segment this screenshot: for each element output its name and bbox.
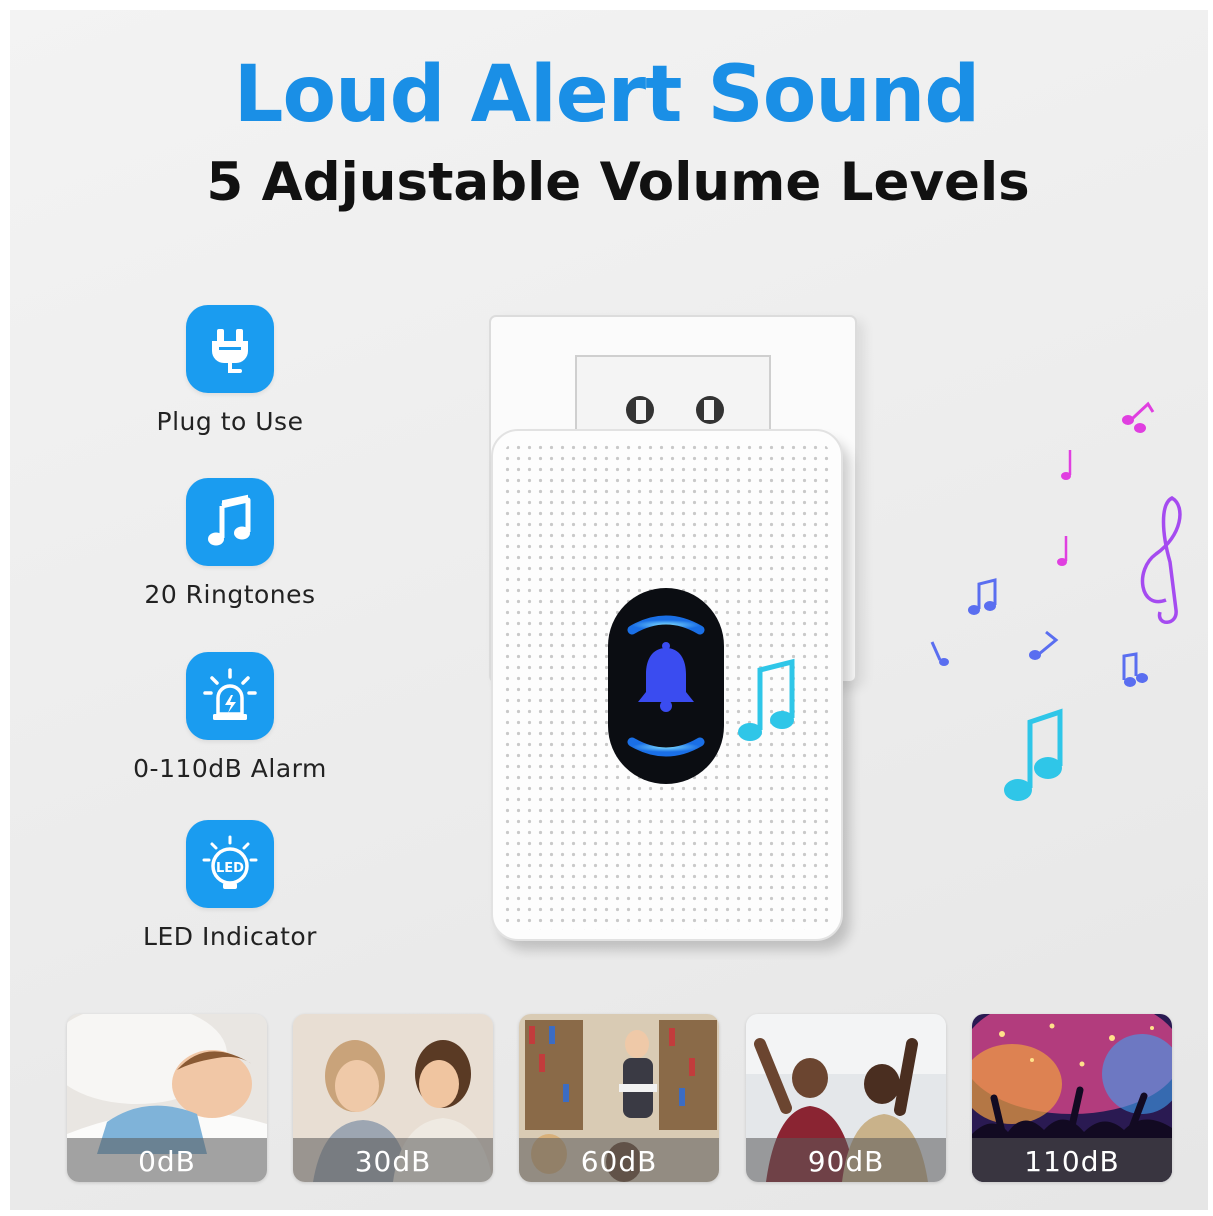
page-title: Loud Alert Sound [233,50,980,140]
feature-ringtones: 20 Ringtones [80,478,380,609]
volume-level-label: 0dB [67,1138,267,1182]
feature-alarm: 0-110dB Alarm [80,652,380,783]
volume-level-label: 60dB [519,1138,719,1182]
svg-text:LED: LED [216,861,244,876]
feature-label: LED Indicator [143,922,317,951]
plug-icon [186,305,274,393]
volume-tile-0db: 0dB [67,1014,267,1182]
feature-plug-to-use: Plug to Use [80,305,380,436]
music-note-icon [186,478,274,566]
led-bulb-icon: LED [186,820,274,908]
volume-tile-110db: 110dB [972,1014,1172,1182]
doorbell-receiver-illustration [489,315,1182,950]
volume-tile-30db: 30dB [293,1014,493,1182]
feature-label: 20 Ringtones [144,580,316,609]
volume-level-label: 110dB [972,1138,1172,1182]
page-subtitle: 5 Adjustable Volume Levels [206,152,1030,213]
volume-tile-90db: 90dB [746,1014,946,1182]
feature-label: Plug to Use [156,407,304,436]
volume-tile-60db: 60dB [519,1014,719,1182]
feature-label: 0-110dB Alarm [133,754,327,783]
volume-level-label: 30dB [293,1138,493,1182]
volume-level-label: 90dB [746,1138,946,1182]
alarm-light-icon [186,652,274,740]
feature-led: LED LED Indicator [80,820,380,951]
receiver-body [491,429,850,950]
